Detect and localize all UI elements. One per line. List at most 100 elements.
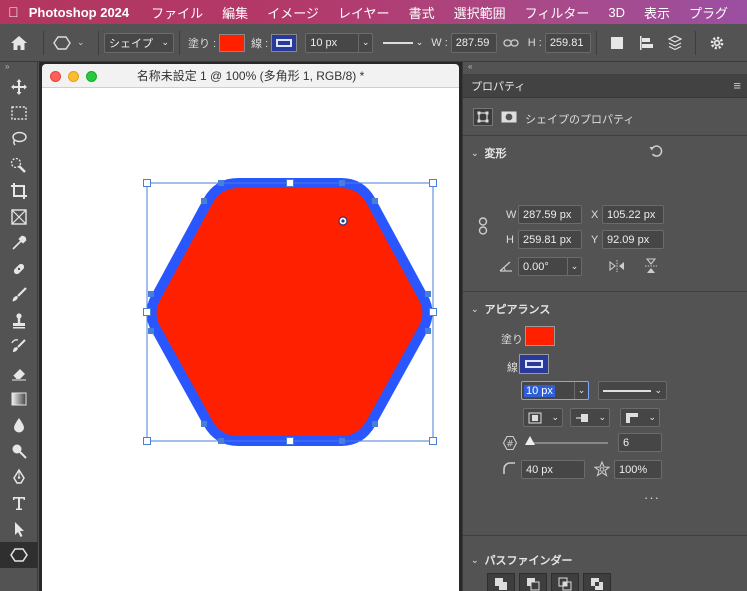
zoom-window-button[interactable] — [86, 71, 97, 82]
path-selection-tool-icon[interactable] — [0, 516, 38, 542]
appearance-stroke-swatch[interactable] — [519, 354, 549, 374]
stroke-align-select[interactable]: ⌄ — [523, 408, 563, 427]
brush-tool-icon[interactable] — [0, 282, 38, 308]
stroke-swatch[interactable] — [271, 33, 298, 52]
canvas-artwork[interactable] — [42, 88, 459, 591]
shape-properties-label: シェイプのプロパティ — [525, 114, 635, 126]
blur-tool-icon[interactable] — [0, 412, 38, 438]
appearance-stroke-width-field[interactable]: 10 px ⌄ — [521, 381, 589, 400]
polygon-tool-icon[interactable] — [0, 542, 38, 568]
appearance-section-header[interactable]: ⌄ アピアランス — [471, 301, 550, 317]
stroke-type-select[interactable]: ⌄ — [379, 33, 427, 53]
crop-tool-icon[interactable] — [0, 178, 38, 204]
corner-radius-widget[interactable] — [338, 216, 348, 226]
panel-collapse-icon[interactable]: « — [463, 62, 747, 74]
chevron-down-icon[interactable]: ⌄ — [574, 382, 588, 399]
menu-file[interactable]: ファイル — [151, 3, 203, 22]
transform-y-field[interactable]: 92.09 px — [602, 230, 664, 249]
menu-layer[interactable]: レイヤー — [338, 3, 390, 22]
menu-type[interactable]: 書式 — [409, 3, 435, 22]
move-tool-icon[interactable] — [0, 74, 38, 100]
eraser-tool-icon[interactable] — [0, 360, 38, 386]
gear-icon[interactable] — [709, 35, 725, 51]
close-window-button[interactable] — [50, 71, 61, 82]
eyedropper-tool-icon[interactable] — [0, 230, 38, 256]
quick-selection-tool-icon[interactable] — [0, 152, 38, 178]
pathfinder-section-header[interactable]: ⌄ パスファインダー — [471, 552, 573, 568]
lasso-tool-icon[interactable] — [0, 126, 38, 152]
chevron-down-icon: ⌄ — [551, 412, 559, 422]
menu-plugins[interactable]: プラグ — [689, 3, 728, 22]
width-field[interactable]: 287.59 — [450, 32, 497, 53]
chevron-down-icon[interactable]: ⌄ — [358, 33, 372, 52]
transform-h-field[interactable]: 259.81 px — [518, 230, 582, 249]
canvas[interactable] — [42, 88, 459, 591]
intersect-shapes-button[interactable] — [551, 573, 579, 591]
chevron-down-icon[interactable]: ⌄ — [567, 258, 581, 275]
reset-transform-icon[interactable] — [647, 142, 665, 160]
subtract-front-shape-button[interactable] — [519, 573, 547, 591]
tool-preset-picker[interactable]: ⌄ — [49, 33, 93, 53]
marquee-tool-icon[interactable] — [0, 100, 38, 126]
rotation-angle-field[interactable]: 0.00° ⌄ — [518, 257, 582, 276]
divider — [463, 135, 747, 136]
polygon-sides-slider-thumb[interactable] — [525, 436, 535, 445]
shape-bounds-icon[interactable] — [473, 108, 493, 126]
clone-stamp-tool-icon[interactable] — [0, 308, 38, 334]
stroke-width-field[interactable]: 10 px ⌄ — [305, 32, 374, 53]
corner-radius-field[interactable]: 40 px — [521, 460, 585, 479]
hexagon-shape[interactable] — [146, 178, 433, 446]
healing-brush-tool-icon[interactable] — [0, 256, 38, 282]
path-alignment-icon[interactable] — [638, 35, 654, 51]
tab-properties[interactable]: プロパティ — [471, 78, 525, 94]
home-icon[interactable] — [0, 35, 38, 51]
stroke-swatch-inner — [525, 360, 543, 368]
flip-horizontal-icon[interactable] — [607, 258, 627, 274]
separator — [595, 30, 597, 55]
exclude-overlap-button[interactable] — [583, 573, 611, 591]
path-arrangement-icon[interactable] — [666, 34, 684, 52]
combine-shapes-button[interactable] — [487, 573, 515, 591]
more-options-icon[interactable]: ··· — [644, 490, 660, 505]
panel-tab-bar: プロパティ ≡ — [463, 74, 747, 98]
appearance-fill-swatch[interactable] — [525, 326, 555, 346]
stroke-corner-select[interactable]: ⌄ — [620, 408, 660, 427]
menu-filter[interactable]: フィルター — [525, 3, 590, 22]
panel-menu-icon[interactable]: ≡ — [733, 78, 741, 93]
apple-icon[interactable]:  — [8, 4, 19, 20]
appearance-stroke-label: 線 — [507, 362, 518, 374]
minimize-window-button[interactable] — [68, 71, 79, 82]
polygon-sides-slider[interactable] — [531, 442, 608, 444]
menu-3d[interactable]: 3D — [608, 5, 625, 20]
star-ratio-field[interactable]: 100% — [614, 460, 662, 479]
gradient-tool-icon[interactable] — [0, 386, 38, 412]
tool-mode-select[interactable]: シェイプ ⌄ — [104, 32, 174, 53]
polygon-sides-field[interactable]: 6 — [618, 433, 662, 452]
height-field[interactable]: 259.81 — [544, 32, 591, 53]
transform-w-field[interactable]: 287.59 px — [518, 205, 582, 224]
toolbar-collapse-icon[interactable]: » — [0, 62, 37, 74]
document-title-bar[interactable]: 名称未設定 1 @ 100% (多角形 1, RGB/8) * — [42, 64, 459, 88]
transform-section-header[interactable]: ⌄ 変形 — [471, 145, 507, 161]
transform-x-field[interactable]: 105.22 px — [602, 205, 664, 224]
menu-edit[interactable]: 編集 — [222, 3, 248, 22]
frame-tool-icon[interactable] — [0, 204, 38, 230]
menu-app-name[interactable]: Photoshop 2024 — [29, 5, 129, 20]
link-dimensions-icon[interactable] — [476, 216, 490, 236]
menu-select[interactable]: 選択範囲 — [454, 3, 506, 22]
layer-mask-icon[interactable] — [499, 108, 519, 126]
flip-vertical-icon[interactable] — [641, 257, 661, 275]
document-title: 名称未設定 1 @ 100% (多角形 1, RGB/8) * — [136, 69, 365, 83]
stroke-line-type-select[interactable]: ⌄ — [598, 381, 667, 400]
menu-view[interactable]: 表示 — [644, 3, 670, 22]
history-brush-tool-icon[interactable] — [0, 334, 38, 360]
fill-swatch[interactable] — [219, 33, 246, 52]
appearance-title: アピアランス — [484, 304, 551, 316]
stroke-cap-select[interactable]: ⌄ — [570, 408, 610, 427]
dodge-tool-icon[interactable] — [0, 438, 38, 464]
menu-image[interactable]: イメージ — [267, 3, 319, 22]
path-operations-icon[interactable] — [610, 36, 624, 50]
type-tool-icon[interactable] — [0, 490, 38, 516]
link-icon[interactable] — [503, 38, 519, 48]
pen-tool-icon[interactable] — [0, 464, 38, 490]
